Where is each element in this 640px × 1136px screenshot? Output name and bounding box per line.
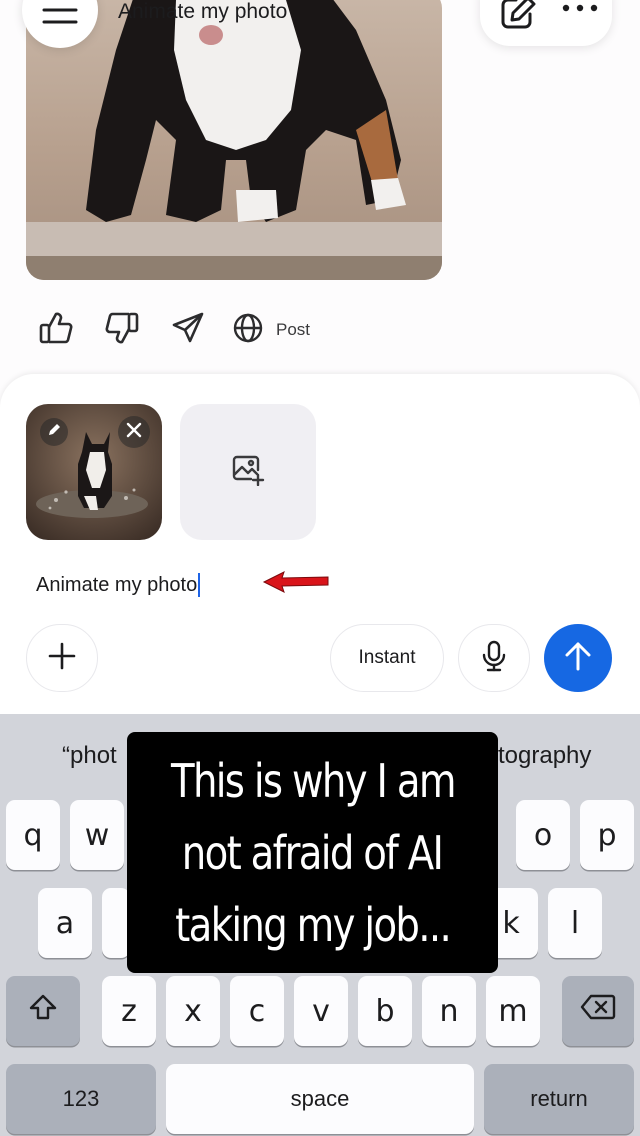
add-image-icon	[231, 454, 265, 491]
compose-button[interactable]	[500, 0, 540, 32]
key-b[interactable]: b	[358, 976, 412, 1046]
key-s[interactable]	[102, 888, 130, 958]
share-icon	[171, 311, 205, 350]
key-m[interactable]: m	[486, 976, 540, 1046]
shift-key[interactable]	[6, 976, 80, 1046]
add-attachment-button[interactable]	[26, 624, 98, 692]
mode-selector-button[interactable]: Instant	[330, 624, 444, 692]
caption-overlay: This is why I am not afraid of AI taking…	[127, 732, 498, 973]
attached-photo-thumbnail[interactable]	[26, 404, 162, 540]
thumbs-down-icon	[104, 310, 140, 351]
thumbs-up-button[interactable]	[36, 310, 76, 350]
share-button[interactable]	[168, 310, 208, 350]
space-key[interactable]: space	[166, 1064, 474, 1134]
red-arrow-annotation	[262, 570, 332, 599]
key-n[interactable]: n	[422, 976, 476, 1046]
microphone-icon	[481, 640, 507, 677]
thumbs-up-icon	[38, 310, 74, 351]
delete-key[interactable]	[562, 976, 634, 1046]
more-button[interactable]	[560, 0, 600, 24]
send-button[interactable]	[544, 624, 612, 692]
compose-icon	[500, 0, 538, 34]
return-key[interactable]: return	[484, 1064, 634, 1134]
pencil-icon	[47, 423, 61, 442]
close-icon	[126, 422, 142, 443]
composer: Animate my photo Instant	[0, 374, 640, 724]
caption-line: taking my job...	[175, 897, 452, 952]
generated-image[interactable]	[26, 0, 442, 280]
globe-icon	[232, 312, 264, 349]
key-w[interactable]: w	[70, 800, 124, 870]
shift-icon	[28, 993, 58, 1029]
key-q[interactable]: q	[6, 800, 60, 870]
edit-photo-button[interactable]	[40, 418, 68, 446]
page-title: Animate my photo	[118, 0, 288, 23]
plus-icon	[48, 642, 76, 675]
key-a[interactable]: a	[38, 888, 92, 958]
prompt-text: Animate my photo	[36, 573, 198, 596]
key-v[interactable]: v	[294, 976, 348, 1046]
key-o[interactable]: o	[516, 800, 570, 870]
feedback-row: Post	[36, 310, 310, 350]
key-c[interactable]: c	[230, 976, 284, 1046]
suggestion-left[interactable]: “phot	[62, 742, 117, 770]
key-x[interactable]: x	[166, 976, 220, 1046]
post-button[interactable]: Post	[232, 312, 310, 349]
hamburger-icon	[42, 8, 78, 35]
key-l[interactable]: l	[548, 888, 602, 958]
text-caret	[198, 573, 201, 597]
caption-line: This is why I am	[170, 753, 456, 808]
caption-line: not afraid of AI	[182, 825, 444, 880]
thumbs-down-button[interactable]	[102, 310, 142, 350]
post-label: Post	[276, 320, 311, 339]
microphone-button[interactable]	[458, 624, 530, 692]
prompt-input[interactable]: Animate my photo	[36, 573, 201, 597]
numbers-key[interactable]: 123	[6, 1064, 156, 1134]
add-image-button[interactable]	[180, 404, 316, 540]
arrow-up-icon	[564, 641, 592, 676]
key-z[interactable]: z	[102, 976, 156, 1046]
key-p[interactable]: p	[580, 800, 634, 870]
backspace-icon	[580, 993, 616, 1029]
suggestion-right[interactable]: tography	[498, 742, 591, 770]
more-dots-icon	[560, 0, 600, 17]
header-actions	[480, 0, 612, 46]
remove-photo-button[interactable]	[118, 416, 150, 448]
